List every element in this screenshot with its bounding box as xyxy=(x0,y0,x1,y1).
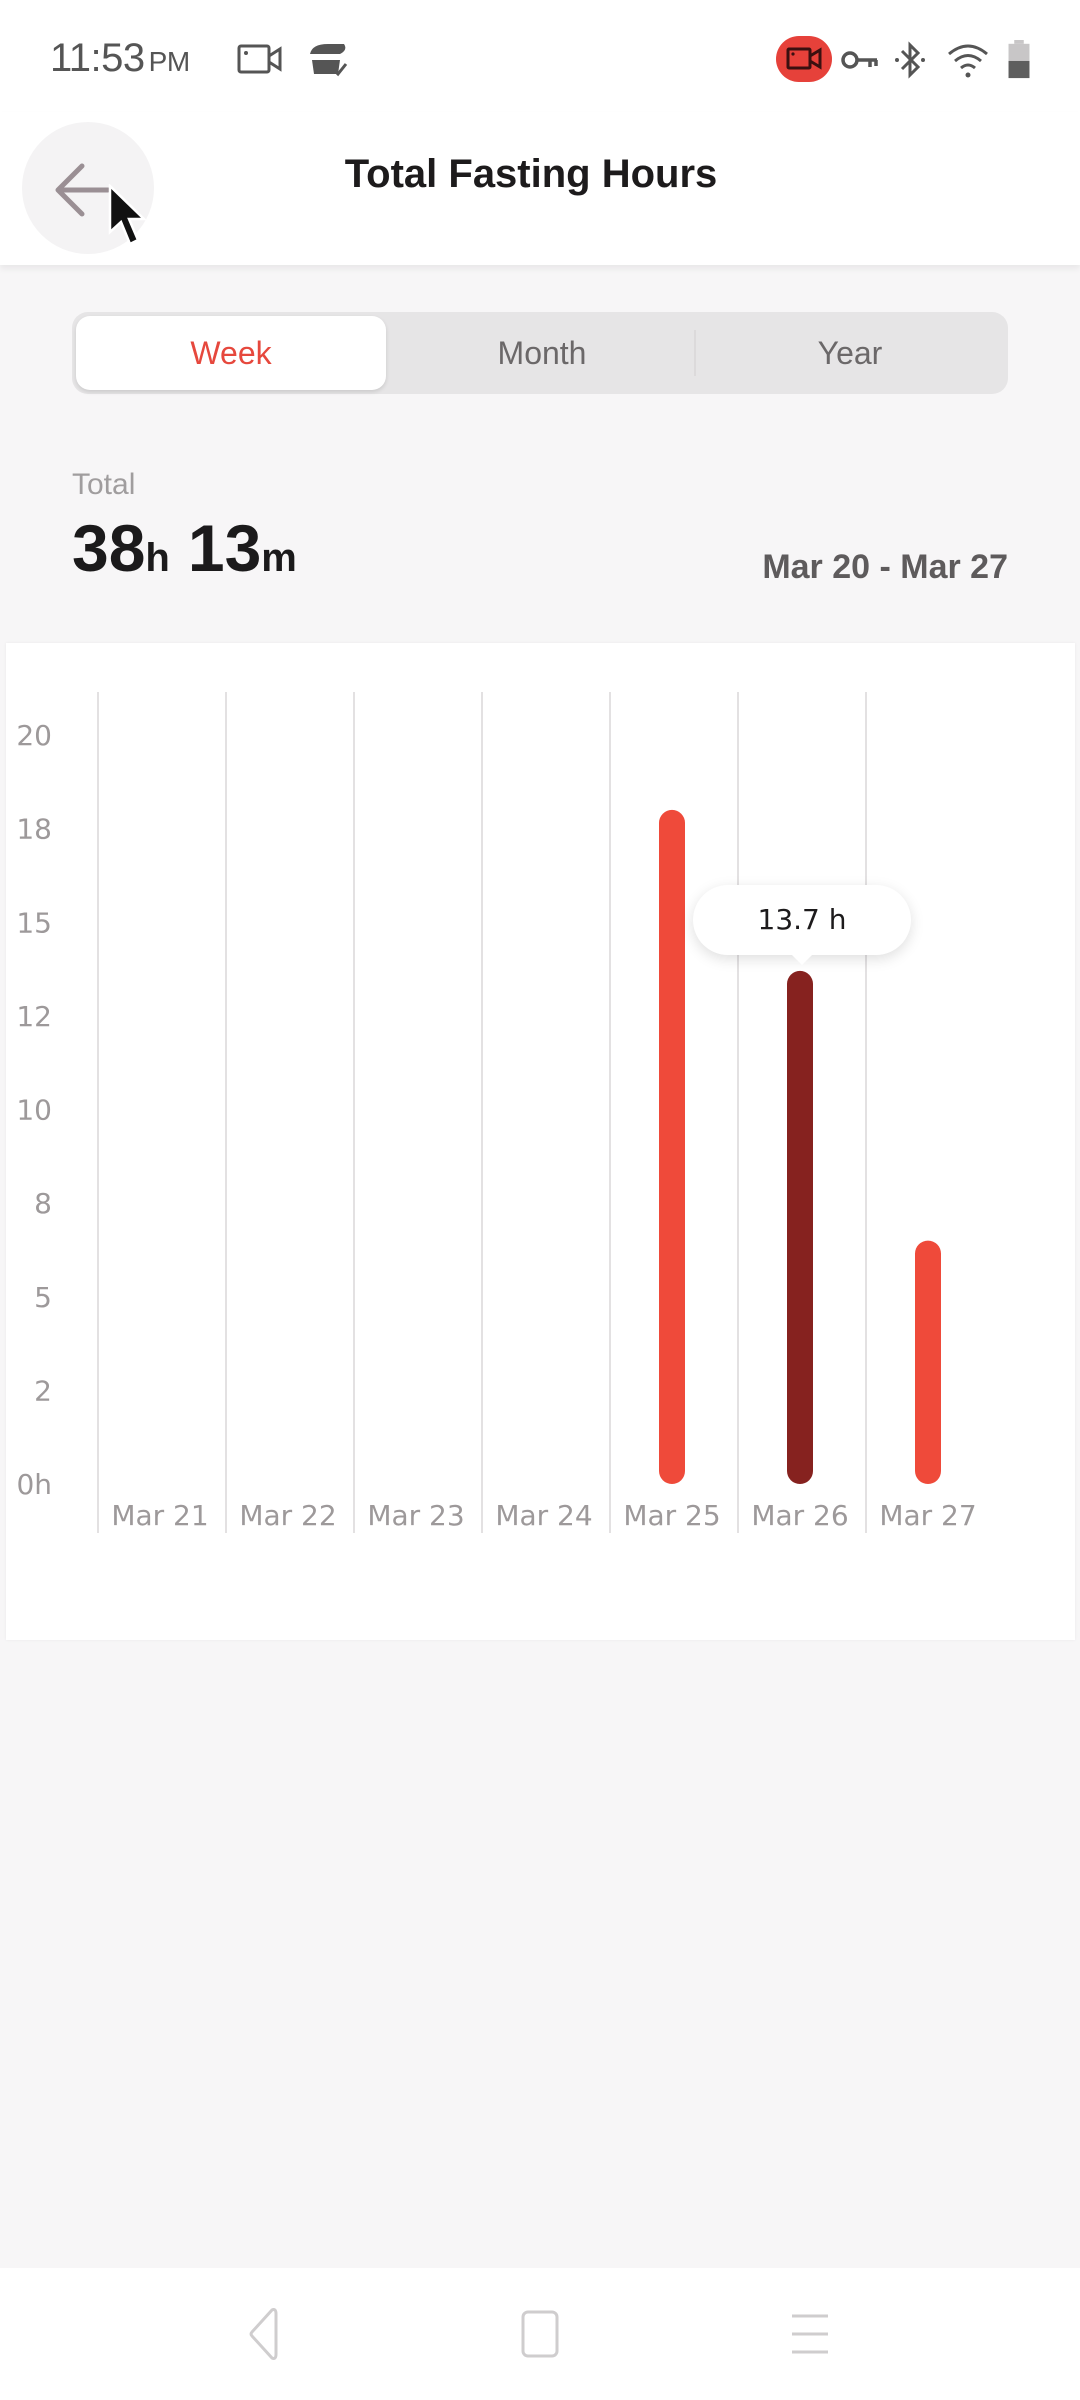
home-nav-icon[interactable] xyxy=(510,2304,570,2364)
back-nav-icon[interactable] xyxy=(236,2304,296,2364)
mouse-cursor-icon xyxy=(108,184,148,246)
tab-week[interactable]: Week xyxy=(76,316,386,390)
x-tick-label: Mar 27 xyxy=(879,1499,976,1532)
clock: 11:53 PM xyxy=(50,36,190,81)
y-tick-label: 2 xyxy=(34,1374,52,1407)
y-tick-label: 20 xyxy=(16,719,52,752)
x-tick-label: Mar 23 xyxy=(367,1499,464,1532)
total-value: 38h 13m xyxy=(72,510,315,586)
status-bar: 11:53 PM xyxy=(0,0,1080,112)
vpn-key-icon xyxy=(841,51,878,69)
sync-check-icon xyxy=(310,44,348,77)
tooltip-pointer xyxy=(790,953,814,965)
y-tick-label: 0h xyxy=(16,1468,52,1501)
y-tick-label: 10 xyxy=(16,1094,52,1127)
wifi-icon xyxy=(948,44,988,78)
bluetooth-icon xyxy=(895,41,925,79)
y-tick-label: 18 xyxy=(16,813,52,846)
battery-icon xyxy=(1008,40,1030,79)
x-tick-label: Mar 24 xyxy=(495,1499,592,1532)
fasting-bar-chart: 0h 2 5 8 10 12 15 18 20 Mar 21 Mar 22 Mar 23 Mar 24 M… xyxy=(16,692,977,1533)
y-tick-label: 8 xyxy=(34,1187,52,1220)
chart-card: 0h 2 5 8 10 12 15 18 20 Mar 21 Mar 22 Mar 23 Mar 24 M… xyxy=(6,643,1075,1640)
clock-time: 11:53 xyxy=(50,36,145,80)
recents-menu-icon[interactable] xyxy=(780,2304,840,2364)
system-nav-bar xyxy=(0,2268,1080,2400)
y-tick-label: 12 xyxy=(16,1000,52,1033)
x-tick-label: Mar 22 xyxy=(239,1499,336,1532)
clock-ampm: PM xyxy=(148,46,191,77)
tab-month[interactable]: Month xyxy=(390,316,694,390)
period-segmented-control: Week Month Year xyxy=(72,312,1008,394)
x-tick-label: Mar 21 xyxy=(111,1499,208,1532)
recording-indicator-icon xyxy=(786,47,822,70)
app-bar: Total Fasting Hours xyxy=(0,112,1080,265)
total-minutes: 13 xyxy=(187,511,262,585)
x-tick-label: Mar 25 xyxy=(623,1499,720,1532)
bar-tooltip: 13.7 h xyxy=(693,885,911,965)
bar[interactable] xyxy=(659,809,685,1484)
tooltip-value: 13.7 h xyxy=(757,903,847,936)
screen-record-icon xyxy=(237,44,282,74)
x-tick-label: Mar 26 xyxy=(751,1499,848,1532)
date-range: Mar 20 - Mar 27 xyxy=(762,548,1008,586)
tab-year[interactable]: Year xyxy=(696,316,1004,390)
y-tick-label: 5 xyxy=(34,1281,52,1314)
bar[interactable] xyxy=(915,1240,941,1484)
minutes-unit: m xyxy=(261,536,297,580)
hours-unit: h xyxy=(145,536,170,580)
recording-indicator xyxy=(776,36,832,82)
total-hours: 38 xyxy=(72,511,146,585)
page-title: Total Fasting Hours xyxy=(344,152,718,196)
bar[interactable] xyxy=(787,970,813,1484)
y-tick-label: 15 xyxy=(16,906,52,939)
total-label: Total xyxy=(72,468,136,501)
